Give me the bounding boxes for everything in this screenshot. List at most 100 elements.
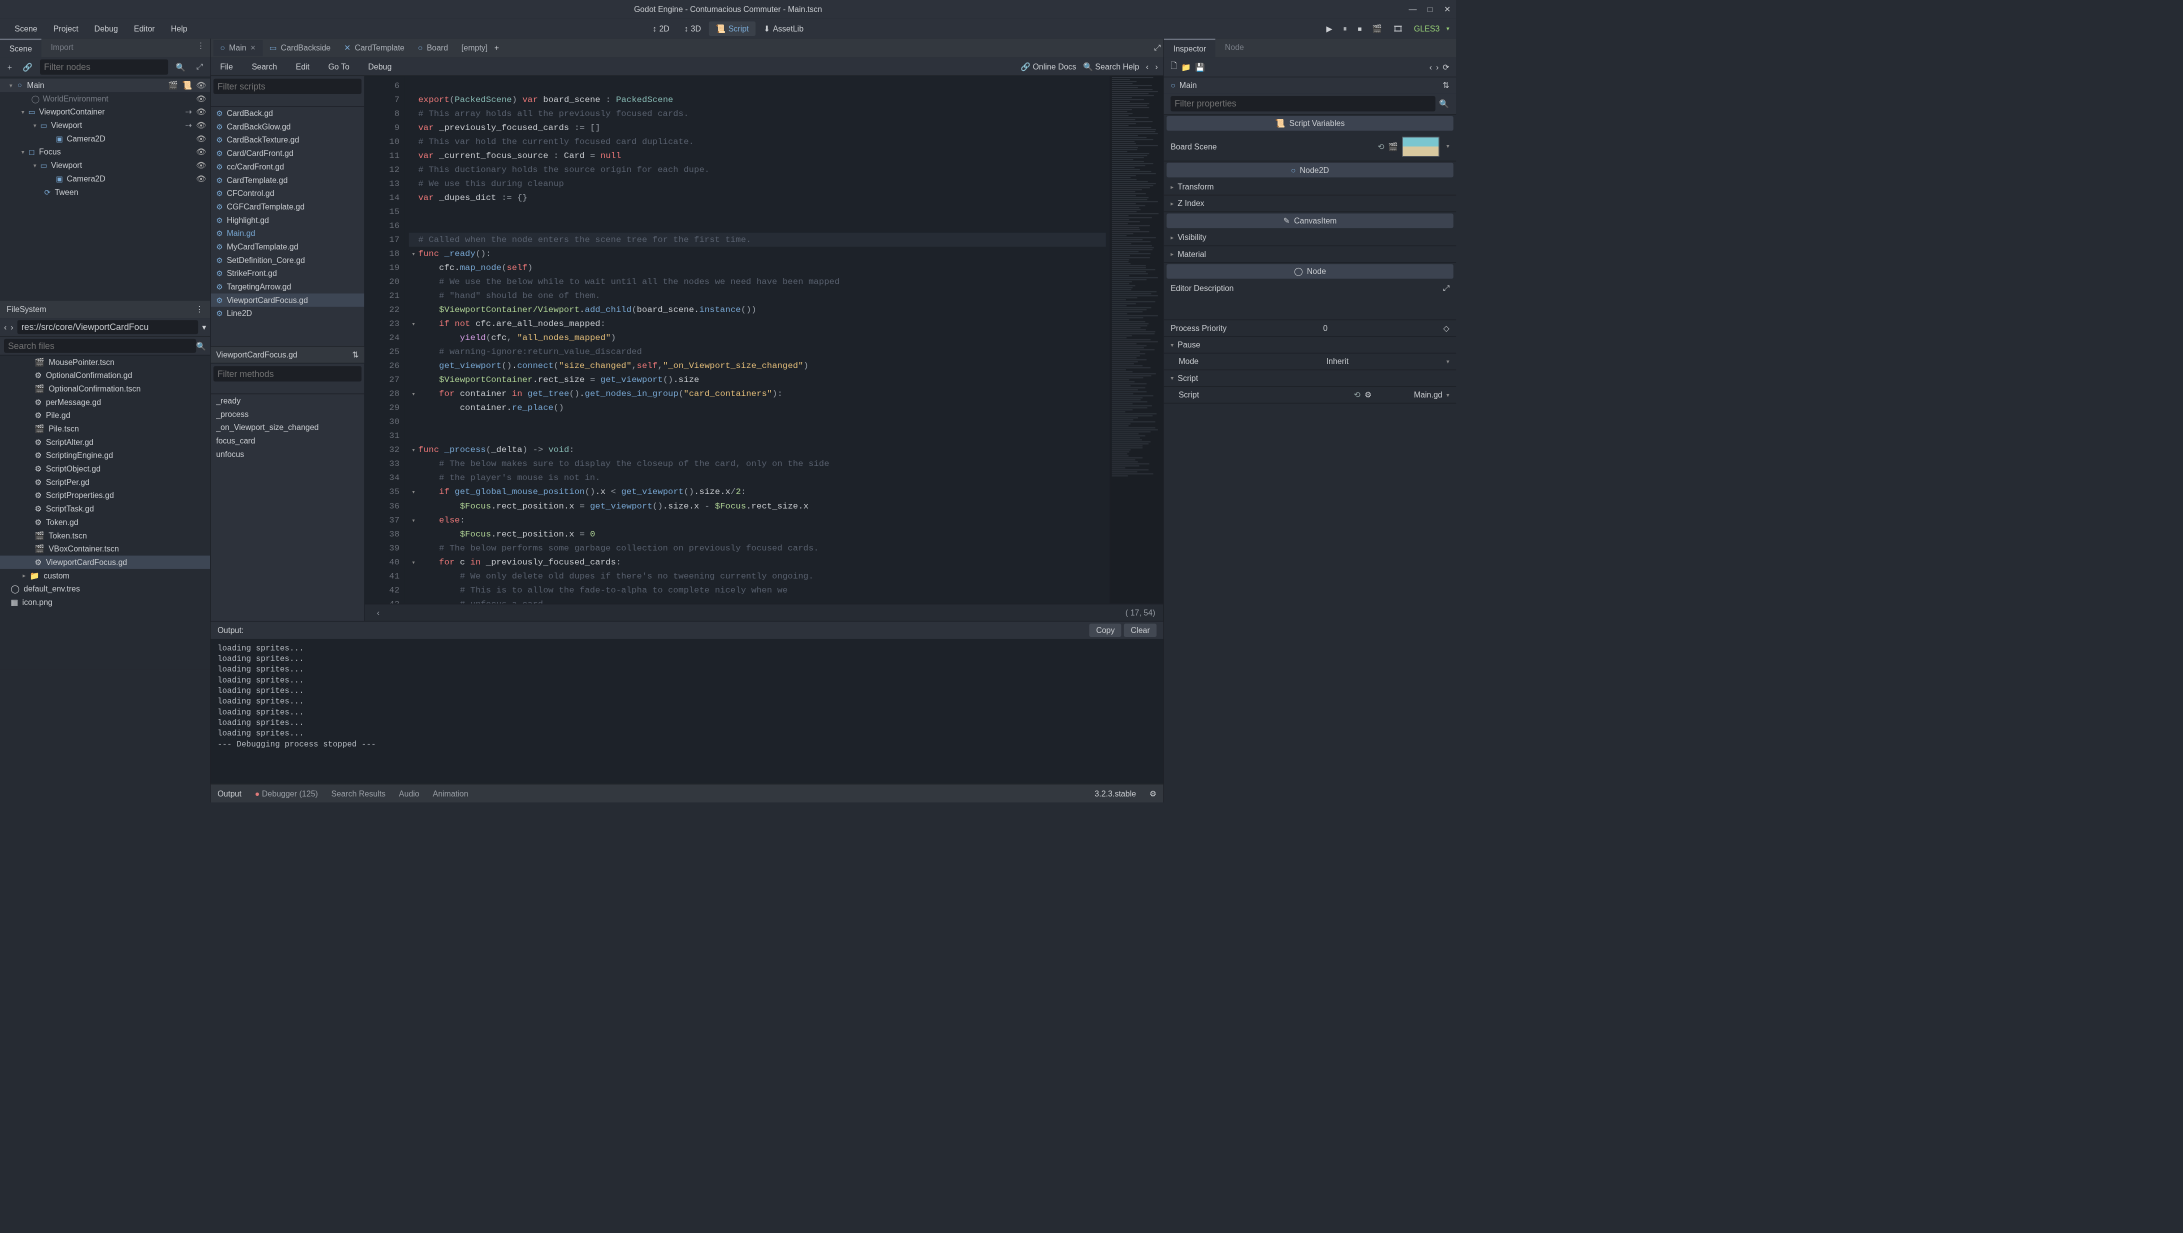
visibility-icon[interactable]: 👁 — [196, 121, 206, 130]
script-list-item[interactable]: ⚙CardBack.gd — [211, 107, 364, 120]
save-resource-icon[interactable]: 💾 — [1195, 62, 1205, 71]
visibility-icon[interactable]: 👁 — [196, 81, 206, 90]
visibility-icon[interactable]: 👁 — [196, 134, 206, 143]
mode-script[interactable]: 📜Script — [709, 21, 755, 36]
filesystem-item[interactable]: ▸📁custom — [0, 569, 210, 582]
stop-button[interactable]: ⏹ — [1354, 21, 1366, 36]
script-group[interactable]: ▾Script — [1164, 370, 1456, 387]
mode-2d[interactable]: ↕2D — [646, 21, 676, 36]
filesystem-item[interactable]: ▦icon.png — [0, 596, 210, 609]
scene-node[interactable]: ▾▭Viewport⇢👁 — [0, 119, 210, 132]
expand-icon[interactable]: ▾ — [21, 108, 24, 115]
scene-node[interactable]: ▾▭ViewportContainer⇢👁 — [0, 105, 210, 118]
visibility-icon[interactable]: 👁 — [196, 147, 206, 156]
script-list-item[interactable]: ⚙CGFCardTemplate.gd — [211, 200, 364, 213]
minimize-icon[interactable]: — — [1408, 5, 1417, 14]
filesystem-search-input[interactable] — [4, 339, 196, 353]
output-tab[interactable]: Output — [217, 789, 241, 798]
method-item[interactable]: focus_card — [211, 434, 364, 447]
visibility-icon[interactable]: 👁 — [196, 161, 206, 170]
gear-icon[interactable]: ⚙ — [1364, 390, 1371, 399]
signal-icon[interactable]: ⇢ — [185, 121, 192, 130]
method-item[interactable]: _process — [211, 408, 364, 421]
play-scene-button[interactable]: 🎬 — [1368, 21, 1386, 36]
filesystem-item[interactable]: 🎬Pile.tscn — [0, 422, 210, 435]
script-tab[interactable]: [empty] — [455, 40, 495, 56]
script-list-item[interactable]: ⚙Line2D — [211, 307, 364, 320]
script-list-item[interactable]: ⚙Card/CardFront.gd — [211, 147, 364, 160]
play-custom-button[interactable]: 🎞 — [1389, 21, 1407, 36]
signal-icon[interactable]: ⇢ — [185, 107, 192, 116]
filesystem-item[interactable]: 🎬Token.tscn — [0, 529, 210, 542]
script-menu-go-to[interactable]: Go To — [324, 60, 353, 73]
script-list-item[interactable]: ⚙ViewportCardFocus.gd — [211, 293, 364, 306]
pause-button[interactable]: ⏸ — [1339, 21, 1351, 36]
revert-icon[interactable]: ⟲ — [1354, 390, 1361, 399]
inspector-tab[interactable]: Inspector — [1164, 39, 1216, 58]
filesystem-item[interactable]: ⚙Token.gd — [0, 516, 210, 529]
script-list-item[interactable]: ⚙MyCardTemplate.gd — [211, 240, 364, 253]
copy-button[interactable]: Copy — [1089, 624, 1121, 637]
transform-group[interactable]: ▸Transform — [1164, 179, 1456, 196]
mode-property[interactable]: Mode Inherit ▾ — [1164, 354, 1456, 371]
script-menu-edit[interactable]: Edit — [292, 60, 314, 73]
scene-root[interactable]: ▾ ○ Main 🎬 📜 👁 — [0, 79, 210, 92]
canvasitem-header[interactable]: ✎CanvasItem — [1167, 213, 1454, 228]
script-menu-debug[interactable]: Debug — [364, 60, 396, 73]
expand-icon[interactable]: ▾ — [33, 122, 36, 129]
scene-node[interactable]: ▾▭Viewport👁 — [0, 159, 210, 172]
script-list-item[interactable]: ⚙cc/CardFront.gd — [211, 160, 364, 173]
history-fwd-icon[interactable]: › — [1436, 62, 1439, 71]
script-tab[interactable]: ○Main✕ — [213, 40, 262, 56]
filesystem-item[interactable]: ⚙ScriptAlter.gd — [0, 436, 210, 449]
filesystem-item[interactable]: ⚙Pile.gd — [0, 409, 210, 422]
process-priority[interactable]: Process Priority 0 ◇ — [1164, 320, 1456, 337]
script-list-item[interactable]: ⚙Main.gd — [211, 227, 364, 240]
node2d-header[interactable]: ○Node2D — [1167, 163, 1454, 178]
nav-back-button[interactable]: ‹ — [4, 322, 7, 331]
script-tab[interactable]: ○Board — [411, 40, 455, 56]
add-node-button[interactable]: + — [4, 60, 15, 73]
script-tab[interactable]: ✕CardTemplate — [337, 40, 411, 56]
script-menu-search[interactable]: Search — [248, 60, 281, 73]
link-icon[interactable]: 🔗 — [19, 60, 36, 73]
renderer-label[interactable]: GLES3 — [1414, 24, 1440, 33]
script-property[interactable]: Script ⟲ ⚙ Main.gd ▾ — [1164, 387, 1456, 404]
node-tab[interactable]: Node — [1216, 39, 1254, 58]
maximize-icon[interactable]: □ — [1425, 5, 1434, 14]
close-icon[interactable]: ✕ — [1443, 5, 1452, 14]
history-back-icon[interactable]: ‹ — [1429, 62, 1432, 71]
scene-node[interactable]: ▣Camera2D👁 — [0, 132, 210, 145]
scene-node[interactable]: ◯WorldEnvironment👁 — [0, 92, 210, 105]
scene-node[interactable]: ▾◻Focus👁 — [0, 145, 210, 158]
visibility-group[interactable]: ▸Visibility — [1164, 229, 1456, 246]
visibility-icon[interactable]: 👁 — [196, 94, 206, 103]
expand-icon[interactable]: ▾ — [33, 162, 36, 169]
filter-methods-input[interactable] — [213, 366, 361, 381]
method-item[interactable]: _on_Viewport_size_changed — [211, 421, 364, 434]
manage-props-icon[interactable]: ⇅ — [1443, 81, 1450, 90]
filesystem-item[interactable]: ⚙ScriptTask.gd — [0, 502, 210, 515]
method-item[interactable]: _ready — [211, 394, 364, 407]
menu-project[interactable]: Project — [45, 21, 86, 36]
animation-tab[interactable]: Animation — [433, 789, 469, 798]
clear-button[interactable]: Clear — [1124, 624, 1156, 637]
menu-help[interactable]: Help — [163, 21, 195, 36]
scene-node[interactable]: ⟳Tween — [0, 185, 210, 198]
filesystem-item[interactable]: 🎬MousePointer.tscn — [0, 356, 210, 369]
mode-assetlib[interactable]: ⬇AssetLib — [757, 21, 810, 36]
board-scene-property[interactable]: Board Scene ⟲ 🎬 ▾ — [1164, 132, 1456, 161]
filesystem-menu-icon[interactable]: ⋮ — [195, 305, 203, 314]
path-input[interactable] — [17, 320, 198, 334]
filesystem-item[interactable]: ⚙ScriptingEngine.gd — [0, 449, 210, 462]
object-name[interactable]: Main — [1179, 81, 1196, 90]
search-icon[interactable]: 🔍 — [196, 341, 206, 350]
script-list-item[interactable]: ⚙CardBackTexture.gd — [211, 133, 364, 146]
nav-fwd-button[interactable]: › — [11, 322, 14, 331]
filesystem-item[interactable]: ⚙perMessage.gd — [0, 396, 210, 409]
script-list-item[interactable]: ⚙SetDefinition_Core.gd — [211, 253, 364, 266]
method-item[interactable]: unfocus — [211, 448, 364, 461]
filesystem-item[interactable]: ⚙ScriptPer.gd — [0, 476, 210, 489]
online-docs-link[interactable]: 🔗 Online Docs — [1020, 62, 1076, 71]
script-list-item[interactable]: ⚙CardBackGlow.gd — [211, 120, 364, 133]
